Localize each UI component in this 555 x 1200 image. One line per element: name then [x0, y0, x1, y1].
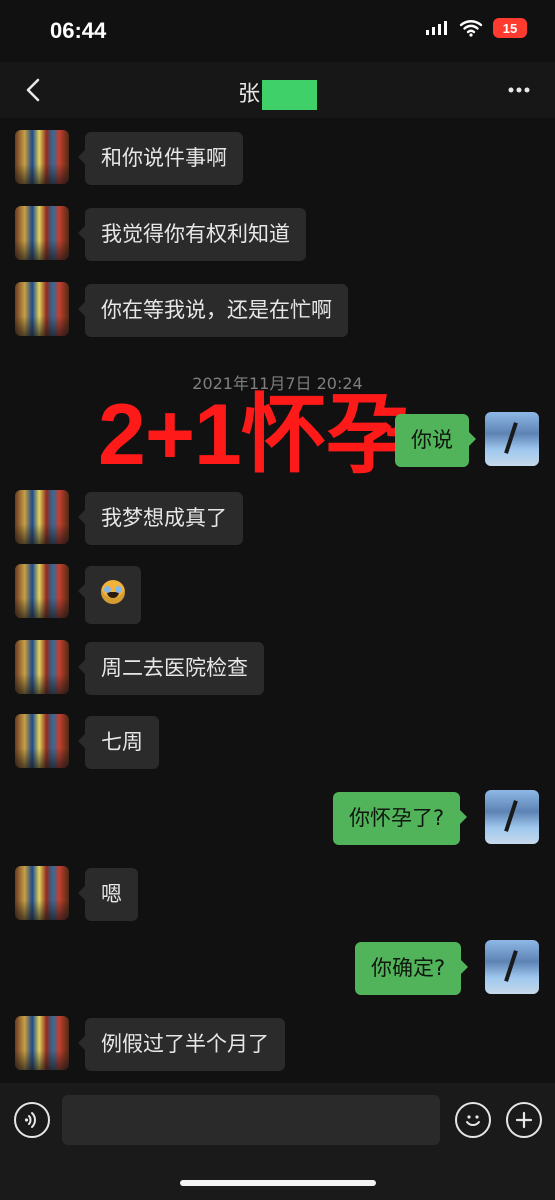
wifi-icon	[459, 20, 483, 37]
chat-title-wrap: 张	[0, 76, 555, 110]
chat-header: 张	[0, 62, 555, 118]
chat-messages: 和你说件事啊 我觉得你有权利知道 你在等我说，还是在忙啊 2021年11月7日 …	[0, 118, 555, 1083]
my-avatar[interactable]	[485, 940, 539, 994]
my-avatar[interactable]	[485, 412, 539, 466]
contact-avatar[interactable]	[15, 490, 69, 544]
message-bubble-left-emoji[interactable]	[78, 566, 141, 625]
voice-waves-icon	[24, 1112, 36, 1128]
message-bubble-left[interactable]: 嗯	[78, 868, 138, 922]
contact-avatar[interactable]	[15, 866, 69, 920]
contact-avatar[interactable]	[15, 714, 69, 768]
message-bubble-right[interactable]: 你怀孕了?	[333, 792, 468, 846]
contact-avatar[interactable]	[15, 564, 69, 618]
voice-icon[interactable]	[14, 1102, 50, 1138]
message-bubble-left[interactable]: 七周	[78, 716, 159, 770]
message-bubble-right[interactable]: 你确定?	[355, 942, 469, 996]
chat-title: 张	[237, 82, 260, 107]
message-input[interactable]	[62, 1095, 440, 1145]
message-bubble-left[interactable]: 我觉得你有权利知道	[78, 208, 306, 262]
status-time: 06:44	[50, 18, 107, 43]
message-bubble-left[interactable]: 我梦想成真了	[78, 492, 243, 546]
contact-avatar[interactable]	[15, 640, 69, 694]
message-bubble-right[interactable]: 你说	[395, 414, 476, 468]
message-bubble-left[interactable]: 你在等我说，还是在忙啊	[78, 284, 348, 338]
contact-avatar[interactable]	[15, 206, 69, 260]
message-bubble-left[interactable]: 和你说件事啊	[78, 132, 243, 186]
plus-icon[interactable]	[506, 1102, 542, 1138]
laughing-tears-emoji-icon	[101, 580, 125, 604]
home-indicator	[180, 1180, 376, 1186]
smile-icon	[466, 1115, 480, 1126]
more-icon[interactable]	[503, 78, 535, 102]
message-bubble-left[interactable]: 周二去医院检查	[78, 642, 264, 696]
plus-sign-icon	[515, 1111, 533, 1129]
my-avatar[interactable]	[485, 790, 539, 844]
contact-avatar[interactable]	[15, 1016, 69, 1070]
message-bubble-left[interactable]: 例假过了半个月了	[78, 1018, 285, 1072]
emoji-icon[interactable]	[455, 1102, 491, 1138]
name-redaction	[262, 80, 317, 110]
battery-badge: 15	[493, 18, 527, 38]
contact-avatar[interactable]	[15, 282, 69, 336]
signal-icon	[426, 21, 447, 35]
overlay-annotation: 2+1怀孕	[98, 387, 412, 483]
status-icons: 15	[425, 18, 527, 38]
contact-avatar[interactable]	[15, 130, 69, 184]
status-bar: 06:44 15	[0, 0, 555, 62]
